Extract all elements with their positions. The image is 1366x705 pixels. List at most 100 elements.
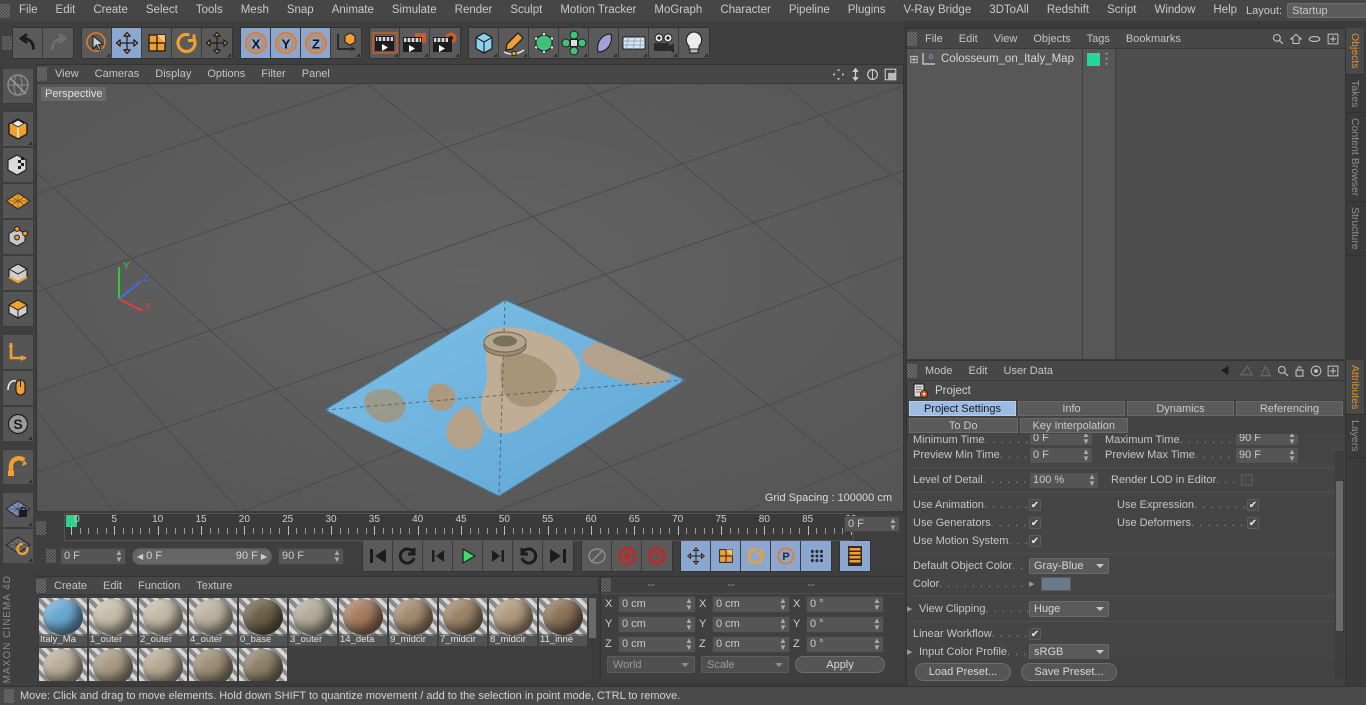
viewport-view-controls[interactable] bbox=[832, 67, 903, 81]
live-selection-icon[interactable] bbox=[2, 68, 34, 104]
play-icon[interactable] bbox=[453, 541, 483, 571]
timeline-panel[interactable]: 051015202530354045505560657075808590 0 F… bbox=[36, 513, 904, 575]
checkbox[interactable]: ✔ bbox=[1247, 499, 1259, 511]
rotation-key-icon[interactable] bbox=[741, 541, 771, 571]
undo-icon[interactable] bbox=[13, 27, 43, 58]
layout-select[interactable]: Startup bbox=[1287, 3, 1366, 18]
render-settings-icon[interactable] bbox=[430, 27, 460, 58]
select-icon[interactable] bbox=[82, 27, 112, 58]
coordinate-row[interactable]: X 0 cm ▲ ▼ X 0 cm ▲ ▼ X 0 ° ▲ ▼ bbox=[601, 594, 904, 614]
checkbox[interactable] bbox=[1241, 474, 1253, 486]
toolbar-group-axis[interactable]: X Y Z bbox=[240, 26, 362, 59]
object-grip[interactable] bbox=[907, 31, 917, 46]
material-tag-icon[interactable] bbox=[1087, 53, 1100, 66]
coordinate-position-field[interactable]: 0 cm ▲ ▼ bbox=[618, 615, 696, 633]
number-field[interactable]: 0 F ▲ ▼ bbox=[1029, 446, 1093, 464]
spinner-icon[interactable]: ▲ ▼ bbox=[1082, 448, 1090, 463]
point-mode-icon[interactable] bbox=[2, 219, 34, 255]
attribute-tab-to-do[interactable]: To Do bbox=[909, 418, 1018, 433]
move-tool-icon[interactable] bbox=[202, 27, 232, 58]
timeline-controls[interactable]: 0 F ▲ ▼ ◀ 0 F 90 F ▶ 90 F ▲ ▼ ? P bbox=[36, 540, 904, 572]
coordinate-rotation-field[interactable]: 0 ° ▲ ▼ bbox=[806, 635, 884, 653]
material-item[interactable]: 7_midcir bbox=[439, 598, 487, 646]
viewport-panel[interactable]: View Cameras Display Options Filter Panel Per… bbox=[36, 64, 904, 511]
coordinate-rotation-field[interactable]: 0 ° ▲ ▼ bbox=[806, 615, 884, 633]
spinner-icon[interactable]: ▲ ▼ bbox=[779, 637, 787, 652]
color-swatch[interactable] bbox=[1041, 577, 1071, 591]
timeline-grip[interactable] bbox=[36, 521, 46, 535]
checkbox[interactable]: ✔ bbox=[1029, 517, 1041, 529]
dock-tab-objects[interactable]: Objects bbox=[1346, 28, 1364, 75]
dock-tab-attributes[interactable]: Attributes bbox=[1346, 360, 1364, 416]
attribute-tab-dynamics[interactable]: Dynamics bbox=[1127, 401, 1234, 416]
coordinate-row[interactable]: Y 0 cm ▲ ▼ Y 0 cm ▲ ▼ Y 0 ° ▲ ▼ bbox=[601, 614, 904, 634]
menu-item-select[interactable]: Select bbox=[137, 0, 187, 21]
material-item[interactable]: 3_outer bbox=[289, 598, 337, 646]
attribute-tabs-row-1[interactable]: Project Settings Info Dynamics Referencing bbox=[907, 400, 1345, 417]
material-item[interactable]: 14_deta bbox=[339, 598, 387, 646]
load-preset-button[interactable]: Load Preset... bbox=[915, 663, 1011, 681]
spinner-icon[interactable]: ▲ ▼ bbox=[1288, 448, 1296, 463]
attribute-scrollbar-thumb[interactable] bbox=[1336, 481, 1343, 631]
next-frame-icon[interactable] bbox=[483, 541, 513, 571]
coordinate-rotation-field[interactable]: 0 ° ▲ ▼ bbox=[806, 595, 884, 613]
viewport-menu-options[interactable]: Options bbox=[199, 65, 253, 83]
menu-item-render[interactable]: Render bbox=[446, 0, 502, 21]
dropdown[interactable]: sRGB bbox=[1029, 644, 1109, 659]
menu-grip[interactable] bbox=[0, 3, 10, 18]
checkbox[interactable]: ✔ bbox=[1029, 535, 1041, 547]
camera-icon[interactable] bbox=[649, 27, 679, 58]
viewport-menu-cameras[interactable]: Cameras bbox=[87, 65, 148, 83]
material-item[interactable]: 1_outer bbox=[89, 598, 137, 646]
scale-key-icon[interactable] bbox=[711, 541, 741, 571]
main-menu-items[interactable]: File Edit Create Select Tools Mesh Snap Animate… bbox=[10, 0, 1246, 21]
cone-icon[interactable] bbox=[1259, 364, 1272, 377]
layout-selector-group[interactable]: Layout: Startup bbox=[1246, 3, 1366, 18]
attribute-menu-items[interactable]: Mode Edit User Data bbox=[917, 362, 1061, 380]
object-menu-tags[interactable]: Tags bbox=[1079, 30, 1118, 48]
menu-item-create[interactable]: Create bbox=[84, 0, 137, 21]
light-icon[interactable] bbox=[679, 27, 709, 58]
play-backwards-icon[interactable] bbox=[393, 541, 423, 571]
apply-button[interactable]: Apply bbox=[795, 656, 885, 673]
menu-item-pipeline[interactable]: Pipeline bbox=[780, 0, 839, 21]
attribute-row[interactable]: Use Generators. . . . . . . . . . . . . … bbox=[907, 514, 1345, 532]
checkbox[interactable]: ✔ bbox=[1247, 517, 1259, 529]
timeline-current-frame-field[interactable]: 0 F ▲ ▼ bbox=[844, 516, 900, 532]
material-menu-edit[interactable]: Edit bbox=[95, 577, 130, 595]
number-field[interactable]: 0 F ▲ ▼ bbox=[1029, 434, 1093, 446]
attribute-preset-buttons[interactable]: Load Preset... Save Preset... bbox=[907, 659, 1345, 685]
material-grip[interactable] bbox=[36, 578, 46, 593]
material-grid[interactable]: Italy_Ma 1_outer 2_outer 4_outer 0_base 3_out… bbox=[36, 595, 598, 681]
menu-item-character[interactable]: Character bbox=[711, 0, 780, 21]
material-item[interactable] bbox=[39, 648, 87, 681]
material-item[interactable]: 9_midcir bbox=[389, 598, 437, 646]
magnet-icon[interactable] bbox=[2, 449, 34, 485]
material-item[interactable] bbox=[189, 648, 237, 681]
attribute-row[interactable]: Color. . . . . . . . . . . . . . . . . .… bbox=[907, 575, 1345, 593]
material-item[interactable] bbox=[139, 648, 187, 681]
transform-mode-select[interactable]: Scale bbox=[701, 656, 789, 673]
object-menu-items[interactable]: File Edit View Objects Tags Bookmarks bbox=[917, 30, 1189, 48]
dock-tabs-top[interactable]: Objects Takes Content Browser Structure bbox=[1346, 28, 1366, 358]
loop-icon[interactable] bbox=[513, 541, 543, 571]
object-menu-file[interactable]: File bbox=[917, 30, 951, 48]
dock-tab-takes[interactable]: Takes bbox=[1346, 75, 1364, 114]
object-name[interactable]: Colosseum_on_Italy_Map bbox=[941, 53, 1074, 65]
attribute-row[interactable]: Use Animation. . . . . . . . . . . . . .… bbox=[907, 496, 1345, 514]
rotate-icon[interactable] bbox=[172, 27, 202, 58]
maximize-icon[interactable] bbox=[884, 68, 897, 81]
number-field[interactable]: 100 % ▲ ▼ bbox=[1029, 471, 1099, 489]
lock-icon[interactable] bbox=[1294, 365, 1305, 377]
pin-icon[interactable] bbox=[1239, 364, 1254, 377]
y-axis-icon[interactable]: Y bbox=[271, 27, 301, 58]
material-item[interactable]: Italy_Ma bbox=[39, 598, 87, 646]
checkbox[interactable]: ✔ bbox=[1029, 499, 1041, 511]
spinner-icon[interactable]: ▲ ▼ bbox=[779, 617, 787, 632]
spinner-icon[interactable]: ▲ ▼ bbox=[1088, 473, 1096, 488]
pla-key-icon[interactable] bbox=[801, 541, 831, 571]
viewport-menu-panel[interactable]: Panel bbox=[294, 65, 338, 83]
search-icon[interactable] bbox=[1272, 33, 1284, 45]
material-item[interactable] bbox=[89, 648, 137, 681]
attribute-row[interactable]: Preview Min Time. . . . . . . . . . . . … bbox=[907, 446, 1345, 464]
